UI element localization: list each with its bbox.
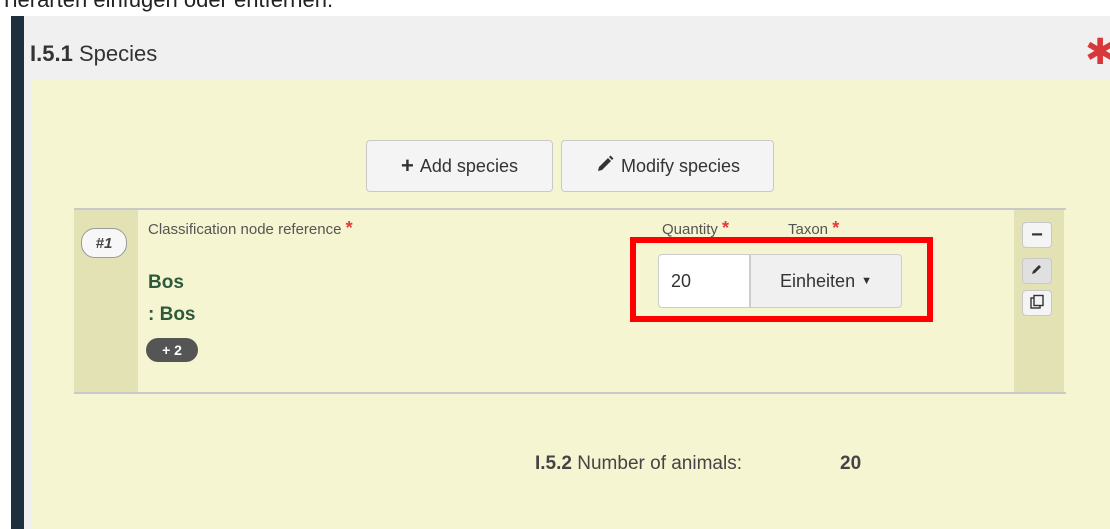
minus-icon: − xyxy=(1031,223,1043,246)
required-star: * xyxy=(722,218,730,238)
required-star: * xyxy=(832,218,840,238)
copy-entry-button[interactable] xyxy=(1022,290,1052,316)
classification-label: Classification node reference * xyxy=(148,218,353,239)
index-column: #1 xyxy=(74,210,138,392)
left-accent-bar xyxy=(11,16,24,529)
entry-actions-column: − xyxy=(1014,210,1064,392)
taxon-label-text: Taxon xyxy=(788,221,829,238)
entry-index-badge: #1 xyxy=(81,228,127,258)
section-title-text: Species xyxy=(78,41,158,66)
instruction-text: Tierarten einfügen oder entfernen. xyxy=(0,0,333,13)
plus-icon: + xyxy=(401,153,414,178)
remove-entry-button[interactable]: − xyxy=(1022,222,1052,248)
pencil-icon xyxy=(595,154,615,178)
add-species-label: Add species xyxy=(419,155,518,176)
copy-icon xyxy=(1029,294,1045,313)
species-subname: : Bos xyxy=(148,304,196,325)
number-of-animals-code: I.5.2 xyxy=(535,453,572,474)
section-code: I.5.1 xyxy=(30,41,73,66)
species-name: Bos xyxy=(148,272,184,293)
pencil-icon xyxy=(1030,262,1044,281)
required-icon: ✱ xyxy=(1085,31,1110,72)
section-title: I.5.1 Species xyxy=(30,41,157,67)
required-star: * xyxy=(345,218,353,238)
number-of-animals-value: 20 xyxy=(840,453,862,474)
edit-entry-button[interactable] xyxy=(1022,258,1052,284)
quantity-label-text: Quantity xyxy=(662,221,718,238)
taxon-label: Taxon * xyxy=(788,218,839,239)
add-species-button[interactable]: + Add species xyxy=(366,140,553,192)
more-items-badge[interactable]: + 2 xyxy=(146,338,198,362)
modify-species-button[interactable]: Modify species xyxy=(561,140,774,192)
number-of-animals-label: I.5.2 Number of animals: xyxy=(535,453,742,475)
classification-label-text: Classification node reference xyxy=(148,221,342,238)
number-of-animals-text: Number of animals: xyxy=(577,453,742,474)
quantity-label: Quantity * xyxy=(662,218,729,239)
modify-species-label: Modify species xyxy=(620,155,741,176)
highlight-annotation xyxy=(630,237,933,322)
